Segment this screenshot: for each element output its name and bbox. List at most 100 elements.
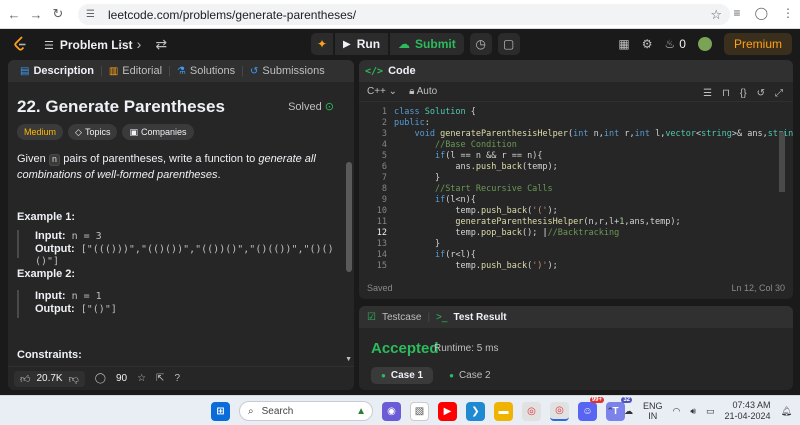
code-line-5: if(l == n && r == n){ — [434, 151, 543, 161]
premium-button[interactable]: Premium — [723, 33, 792, 55]
document-icon: ▤ — [20, 65, 30, 77]
address-bar[interactable]: ☰ leetcode.com/problems/generate-parenth… — [78, 4, 730, 25]
site-info-icon[interactable]: ☰ — [86, 9, 100, 20]
copilot-icon[interactable]: ◉ — [382, 401, 401, 421]
file-explorer-icon[interactable]: ▬ — [494, 401, 513, 421]
case-1-tab[interactable]: ● Case 1 — [371, 367, 434, 384]
expand-icon[interactable]: ⤢ — [775, 88, 783, 99]
photos-icon[interactable]: ▧ — [410, 401, 429, 421]
braces-icon[interactable]: {} — [740, 88, 747, 99]
line-number: 11 — [376, 217, 387, 227]
notes-icon[interactable]: ▢ — [497, 33, 520, 55]
timer-icon[interactable]: ◷ — [469, 33, 492, 55]
constraints-heading: Constraints: — [17, 349, 82, 361]
companies-chip[interactable]: ▣ Companies — [122, 124, 194, 140]
run-button[interactable]: ▶ Run — [335, 33, 389, 55]
wifi-icon[interactable]: ◠ — [672, 406, 680, 417]
code-line-15: temp.push_back(')'); — [394, 261, 558, 271]
chrome-icon[interactable]: ◎ — [522, 401, 541, 421]
verdict-status: Accepted — [371, 340, 439, 357]
code-line-12: temp.pop_back(); |//Backtracking — [394, 228, 620, 238]
example-1-heading: Example 1: — [17, 211, 76, 223]
debug-icon[interactable]: ✦ — [311, 33, 333, 55]
tab-submissions[interactable]: ↺ Submissions — [244, 65, 331, 77]
reset-icon[interactable]: ↺ — [757, 88, 765, 99]
bookmark-star-icon[interactable]: ☆ — [710, 7, 722, 23]
code-line-8: //Start Recursive Calls — [434, 184, 553, 194]
vscode-icon[interactable]: ❯ — [466, 401, 485, 421]
problem-statement: Given n pairs of parentheses, write a fu… — [17, 153, 316, 181]
description-scrollbar[interactable] — [346, 162, 352, 272]
comment-icon[interactable]: ◯ — [95, 373, 106, 384]
pass-dot-icon: ● — [449, 371, 454, 380]
save-status: Saved — [367, 283, 393, 293]
tab-description[interactable]: ▤ Description — [14, 65, 100, 77]
notifications-bell-icon[interactable]: 🔔︎ — [781, 406, 792, 417]
tab-testcase[interactable]: Testcase — [382, 312, 421, 323]
line-number: 8 — [381, 184, 387, 194]
case-2-tab[interactable]: ● Case 2 — [439, 367, 501, 384]
star-icon[interactable]: ☆ — [137, 373, 146, 384]
shuffle-icon[interactable]: ⇄ — [155, 36, 167, 53]
language-select[interactable]: C++ ⌄ — [367, 86, 397, 97]
chrome-active-icon[interactable]: ◎ — [550, 401, 569, 421]
runtime-text: Runtime: 5 ms — [434, 343, 499, 354]
bookmark-icon[interactable]: ⊓ — [722, 88, 730, 99]
volume-icon[interactable]: 🔊︎ — [690, 406, 696, 417]
windows-start-icon[interactable]: ⊞ — [211, 401, 230, 421]
code-header: </> Code — [359, 60, 793, 82]
run-label: Run — [356, 37, 381, 51]
layout-grid-icon[interactable]: ▦ — [618, 37, 629, 51]
leetcode-topbar: ☰ Problem List ‹ › ⇄ ✦ ▶ Run ☁ Submit ◷ … — [0, 29, 800, 59]
tab-editorial[interactable]: ▥ Editorial — [103, 65, 168, 77]
share-icon[interactable]: ⇱ — [156, 373, 164, 384]
battery-icon[interactable]: ▭ — [706, 406, 715, 417]
tab-solutions[interactable]: ⚗ Solutions — [171, 65, 241, 77]
line-number: 14 — [376, 250, 387, 260]
youtube-icon[interactable]: ▶ — [438, 401, 457, 421]
chevron-up-icon[interactable]: ⌃ — [606, 406, 614, 417]
thumbs-up-icon[interactable]: 👍︎ — [20, 373, 30, 385]
media-control-icon[interactable]: ≡ — [734, 6, 741, 20]
next-problem-icon[interactable]: › — [137, 36, 142, 53]
reload-icon[interactable]: ↻ — [50, 6, 66, 22]
thumbs-down-icon[interactable]: 👎︎ — [69, 373, 79, 385]
tab-test-result[interactable]: Test Result — [453, 312, 506, 323]
profile-icon[interactable]: ◯ — [755, 6, 768, 20]
menu-kebab-icon[interactable]: ⋮ — [782, 6, 794, 20]
search-highlight-icon: ▲ — [356, 405, 366, 417]
editor-scrollbar[interactable] — [779, 132, 785, 192]
difficulty-chip[interactable]: Medium — [17, 124, 64, 140]
lock-icon: ▣ — [129, 126, 138, 137]
scroll-down-icon[interactable]: ▼ — [345, 356, 352, 363]
taskbar-search[interactable]: ⌕ Search ▲ — [239, 401, 373, 421]
fire-icon[interactable]: ♨ — [665, 37, 676, 51]
avatar[interactable] — [697, 37, 712, 51]
discord-icon[interactable]: ☺ 99+ — [578, 396, 604, 421]
forward-icon[interactable]: → — [28, 6, 44, 22]
checkbox-icon: ☑ — [367, 311, 376, 323]
cloud-upload-icon: ☁ — [398, 37, 411, 51]
onedrive-icon[interactable]: ☁ — [624, 406, 633, 417]
test-panel: ☑ Testcase | >_ Test Result Accepted Run… — [359, 306, 793, 390]
topics-chip[interactable]: ◇ Topics — [68, 124, 118, 140]
system-clock[interactable]: 07:43 AM 21-04-2024 — [725, 400, 771, 422]
editor-statusbar: Saved Ln 12, Col 30 — [359, 277, 793, 299]
prev-problem-icon[interactable]: ‹ — [118, 36, 123, 53]
line-number: 10 — [376, 206, 387, 216]
settings-gear-icon[interactable]: ⚙ — [642, 37, 653, 51]
list-icon: ☰ — [44, 39, 54, 52]
leetcode-logo-icon[interactable] — [13, 36, 27, 52]
line-number: 15 — [376, 261, 387, 271]
line-number: 13 — [376, 239, 387, 249]
line-number: 1 — [381, 107, 387, 117]
code-editor[interactable]: 1 class Solution { 2 public: 3 void gene… — [359, 107, 793, 273]
history-icon: ↺ — [249, 65, 259, 77]
language-indicator[interactable]: ENG IN — [643, 401, 663, 421]
test-tabs: ☑ Testcase | >_ Test Result — [359, 306, 793, 328]
help-icon[interactable]: ? — [174, 373, 180, 384]
back-icon[interactable]: ← — [6, 6, 22, 22]
format-icon[interactable]: ☰ — [703, 88, 712, 99]
submit-button[interactable]: ☁ Submit — [390, 33, 464, 55]
auto-mode[interactable]: 🔒︎ Auto — [409, 86, 437, 97]
